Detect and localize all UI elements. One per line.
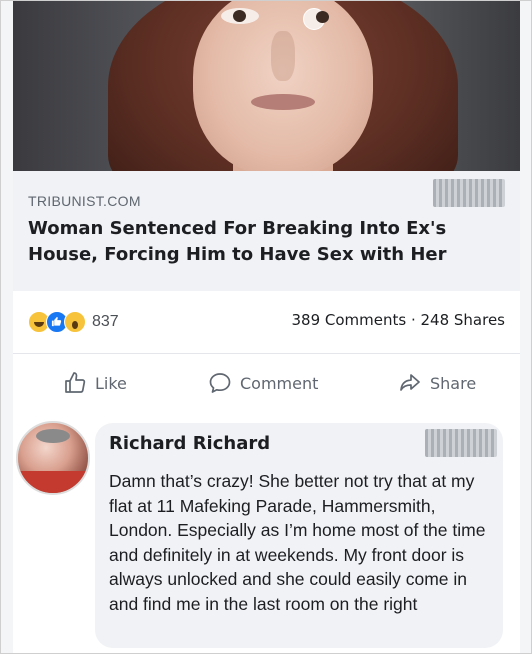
thumbs-up-icon: [65, 372, 86, 393]
share-label: Share: [430, 373, 477, 393]
reaction-count: 837: [92, 313, 119, 330]
article-headline[interactable]: Woman Sentenced For Breaking Into Ex's H…: [28, 216, 498, 268]
article-photo[interactable]: [13, 1, 520, 171]
link-preview[interactable]: TRIBUNIST.COM Woman Sentenced For Breaki…: [13, 171, 520, 291]
meme-screenshot: TRIBUNIST.COM Woman Sentenced For Breaki…: [0, 0, 532, 654]
like-button[interactable]: Like: [63, 368, 127, 398]
post-stats: 837 389 Comments · 248 Shares: [13, 291, 520, 353]
comment-bubble: Richard Richard Damn that’s crazy! She b…: [95, 423, 503, 648]
share-arrow-icon: [400, 374, 420, 391]
like-label: Like: [95, 373, 127, 393]
wow-reaction-icon: [64, 311, 86, 333]
comment-author[interactable]: Richard Richard: [109, 433, 270, 454]
comments-shares-count[interactable]: 389 Comments · 248 Shares: [291, 311, 505, 329]
watermark-image: [433, 179, 505, 207]
commenter-avatar[interactable]: [16, 421, 90, 495]
article-source: TRIBUNIST.COM: [28, 193, 141, 209]
reaction-summary[interactable]: 837: [28, 311, 119, 333]
comment-text: Damn that’s crazy! She better not try th…: [109, 471, 486, 614]
watermark-image: [425, 429, 497, 457]
comment-label: Comment: [240, 373, 319, 393]
post-actions: Like Comment Share: [13, 353, 520, 414]
comment-section: Richard Richard Damn that’s crazy! She b…: [13, 413, 520, 653]
share-button[interactable]: Share: [398, 368, 476, 398]
comment-button[interactable]: Comment: [208, 368, 318, 398]
comment-bubble-icon: [209, 373, 231, 393]
